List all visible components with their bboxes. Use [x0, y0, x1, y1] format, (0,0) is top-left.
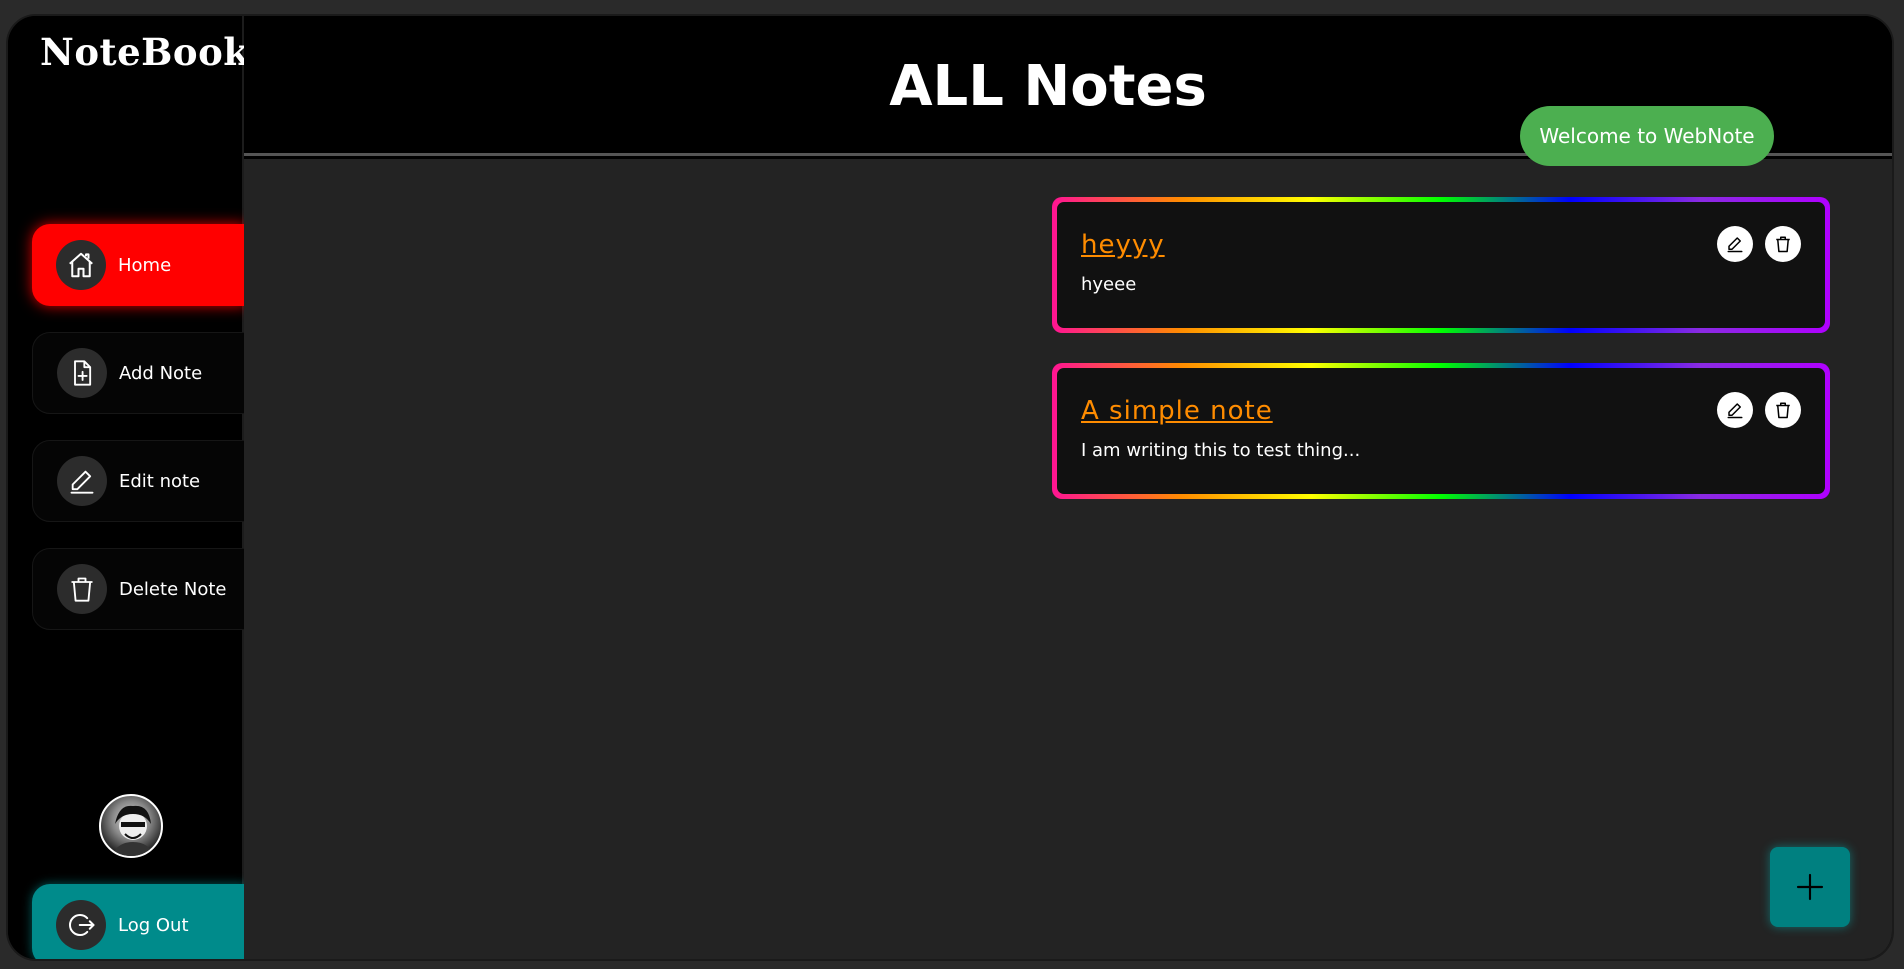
- brand-title: NoteBook: [40, 30, 250, 74]
- edit-note-button[interactable]: [1717, 226, 1753, 262]
- welcome-toast: Welcome to WebNote: [1520, 106, 1774, 166]
- avatar[interactable]: [99, 794, 163, 858]
- note-body: hyeee: [1081, 274, 1137, 295]
- note-title[interactable]: heyyy: [1081, 230, 1801, 260]
- sidebar-item-label: Delete Note: [119, 578, 227, 600]
- trash-icon: [1776, 402, 1790, 419]
- sidebar: NoteBook Home Add Note Edit note Delete …: [8, 16, 249, 959]
- sidebar-item-delete-note[interactable]: Delete Note: [32, 548, 246, 630]
- pencil-icon: [57, 456, 107, 506]
- plus-icon: [1796, 873, 1824, 901]
- note-actions: [1717, 226, 1801, 262]
- sidebar-item-add-note[interactable]: Add Note: [32, 332, 246, 414]
- file-plus-icon: [57, 348, 107, 398]
- sidebar-item-home[interactable]: Home: [32, 224, 246, 306]
- sidebar-item-edit-note[interactable]: Edit note: [32, 440, 246, 522]
- app-window: NoteBook Home Add Note Edit note Delete …: [6, 14, 1894, 961]
- pencil-icon: [1727, 403, 1743, 419]
- note-card: A simple note I am writing this to test …: [1052, 363, 1830, 499]
- notes-area: heyyy hyeee A simple note I am writing t…: [244, 159, 1892, 959]
- logout-button[interactable]: Log Out: [32, 884, 246, 959]
- note-card-content: A simple note I am writing this to test …: [1057, 368, 1825, 494]
- delete-note-button[interactable]: [1765, 392, 1801, 428]
- logout-icon: [56, 900, 106, 950]
- trash-icon: [1776, 236, 1790, 253]
- delete-note-button[interactable]: [1765, 226, 1801, 262]
- note-title[interactable]: A simple note: [1081, 396, 1801, 426]
- home-icon: [56, 240, 106, 290]
- edit-note-button[interactable]: [1717, 392, 1753, 428]
- note-actions: [1717, 392, 1801, 428]
- logout-label: Log Out: [118, 914, 189, 936]
- sidebar-item-label: Add Note: [119, 362, 203, 384]
- add-note-fab[interactable]: [1770, 847, 1850, 927]
- note-card: heyyy hyeee: [1052, 197, 1830, 333]
- note-card-content: heyyy hyeee: [1057, 202, 1825, 328]
- sidebar-item-label: Edit note: [119, 470, 201, 492]
- pencil-icon: [1727, 237, 1743, 253]
- trash-icon: [57, 564, 107, 614]
- note-body: I am writing this to test thing...: [1081, 440, 1361, 461]
- sidebar-item-label: Home: [118, 254, 172, 276]
